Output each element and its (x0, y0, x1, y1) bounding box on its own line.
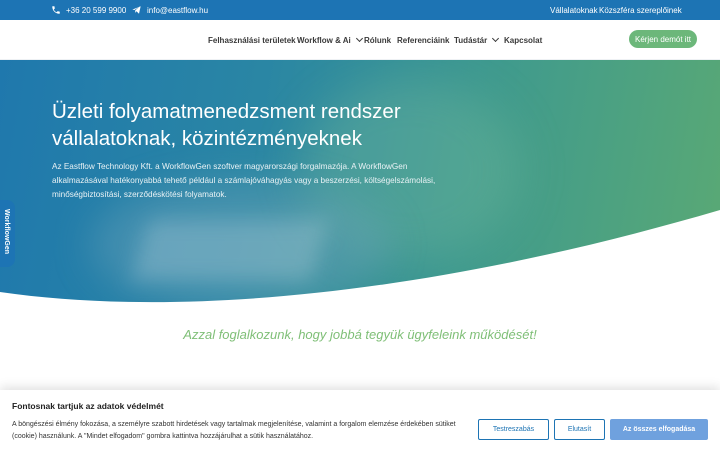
link-kozszfera[interactable]: Közszféra szereplőinek (599, 0, 682, 20)
nav-item-label: Referenciáink (397, 35, 450, 45)
nav-item-kapcsolat[interactable]: Kapcsolat (504, 20, 542, 60)
nav-item-label: Kapcsolat (504, 35, 543, 45)
phone-number: +36 20 599 9900 (66, 5, 127, 15)
main-nav: Felhasználási területek Workflow & Ai Ró… (0, 20, 720, 60)
nav-item-label: Felhasználási területek (208, 35, 296, 45)
reject-button[interactable]: Elutasít (554, 419, 605, 440)
request-demo-button[interactable]: Kérjen demót itt (629, 30, 697, 48)
nav-item-rolunk[interactable]: Rólunk (364, 20, 391, 60)
cookie-banner: Fontosnak tartjuk az adatok védelmét A b… (0, 390, 720, 450)
nav-item-workflow-ai[interactable]: Workflow & Ai (297, 20, 363, 60)
nav-item-referenciaink[interactable]: Referenciáink (397, 20, 449, 60)
workflowgen-side-tab[interactable]: WorkflowGen (0, 200, 15, 267)
customize-button[interactable]: Testreszabás (478, 419, 549, 440)
accept-all-button[interactable]: Az összes elfogadása (610, 419, 708, 440)
nav-item-label: Workflow & Ai (297, 35, 351, 45)
nav-item-tudastar[interactable]: Tudástár (454, 20, 500, 60)
link-vallalatoknak[interactable]: Vállalatoknak (550, 0, 598, 20)
top-bar: +36 20 599 9900 info@eastflow.hu Vállala… (0, 0, 720, 20)
nav-item-label: Rólunk (364, 35, 392, 45)
send-icon (132, 6, 141, 14)
hero-title: Üzleti folyamatmenedzsment rendszer váll… (52, 100, 401, 150)
hero-section: Üzleti folyamatmenedzsment rendszer váll… (0, 60, 720, 310)
side-tab-label: WorkflowGen (3, 209, 10, 254)
cookie-title: Fontosnak tartjuk az adatok védelmét (12, 401, 164, 411)
chevron-down-icon (355, 34, 363, 43)
phone-contact[interactable]: +36 20 599 9900 (51, 0, 126, 20)
nav-item-label: Tudástár (454, 35, 488, 45)
tagline: Azzal foglalkozunk, hogy jobbá tegyük üg… (183, 327, 537, 342)
email-contact[interactable]: info@eastflow.hu (131, 0, 208, 20)
cookie-text: A böngészési élmény fokozása, a személyr… (12, 421, 456, 440)
hero-description: Az Eastflow Technology Kft. a WorkflowGe… (52, 162, 436, 199)
nav-item-felhasznalasi-teruletek[interactable]: Felhasználási területek (208, 20, 296, 60)
email-address: info@eastflow.hu (147, 5, 209, 15)
phone-icon (52, 6, 60, 14)
chevron-down-icon (492, 34, 500, 43)
